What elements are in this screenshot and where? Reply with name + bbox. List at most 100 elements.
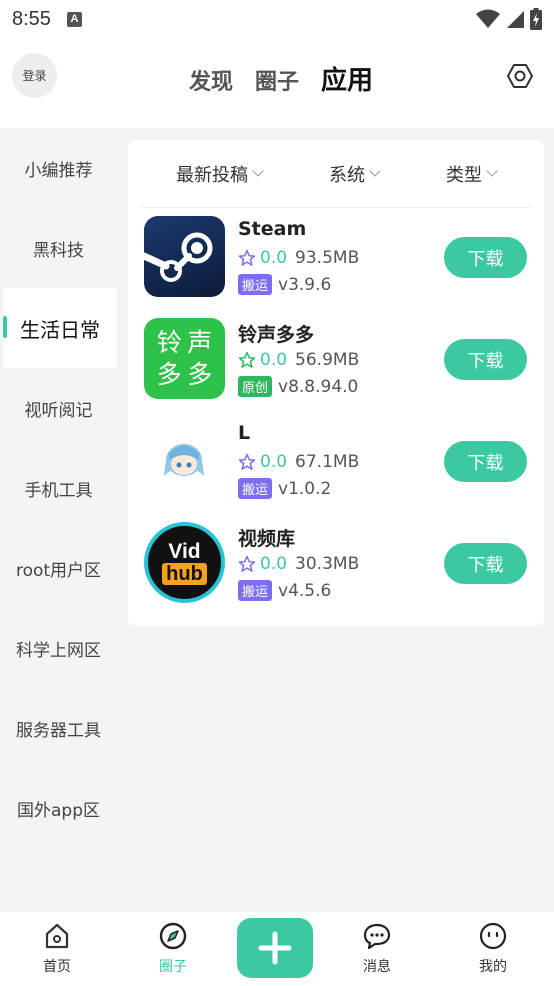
app-name: L [238,422,251,444]
sidebar-item-media-reading[interactable]: 视听阅记 [0,368,117,448]
icon-glyph: Vid [168,539,201,563]
sidebar-item-proxy[interactable]: 科学上网区 [0,608,117,688]
ringtone-icon: 铃 声 多 多 [144,318,225,399]
source-tag: 原创 [238,376,273,397]
filter-label: 类型 [446,164,482,186]
filter-system[interactable]: 系统 [329,161,381,187]
chevron-down-icon [369,165,381,177]
download-button[interactable]: 下载 [444,339,527,380]
create-post-button[interactable] [237,918,313,978]
filter-type[interactable]: 类型 [446,161,498,187]
nav-profile[interactable]: 我的 [453,912,533,986]
download-button[interactable]: 下载 [444,441,527,482]
icon-glyph: 多 [156,360,182,390]
filter-bar: 最新投稿 系统 类型 [140,140,532,208]
nav-label: 我的 [479,959,507,975]
app-item-steam[interactable]: Steam 0.0 93.5MB 搬运 v3.9.6 下载 [128,216,544,316]
star-outline-icon [238,555,256,572]
face-icon [479,922,507,950]
chevron-down-icon [252,165,264,177]
nav-home[interactable]: 首页 [17,912,97,986]
sidebar-item-server-tools[interactable]: 服务器工具 [0,688,117,768]
app-version: v4.5.6 [278,580,332,601]
app-name: 视频库 [238,528,296,550]
app-version-row: 原创 v8.8.94.0 [238,376,358,397]
app-version: v8.8.94.0 [278,376,359,397]
star-outline-icon [238,351,256,368]
app-meta: 0.0 56.9MB [238,350,359,370]
sidebar-item-black-tech[interactable]: 黑科技 [0,208,117,288]
app-item-l[interactable]: L 0.0 67.1MB 搬运 v1.0.2 下载 [128,420,544,520]
app-size: 30.3MB [295,554,360,574]
anime-girl-icon [144,420,225,501]
chat-icon [363,923,391,950]
nav-circle[interactable]: 圈子 [133,912,213,986]
steam-icon [144,216,225,297]
tab-discover[interactable]: 发现 [189,64,233,96]
nav-label: 圈子 [159,959,187,975]
icon-glyph: 铃 [156,327,182,357]
header: 登录 发现 圈子 应用 [0,38,554,128]
status-bar: 8:55 A [0,0,554,38]
app-list-card: 最新投稿 系统 类型 Steam 0.0 93.5MB 搬运 v3.9.6 下载… [128,140,544,626]
plus-icon [258,931,292,965]
vidhub-icon: Vid hub [144,522,225,603]
star-outline-icon [238,249,256,266]
app-rating: 0.0 [260,452,288,472]
star-outline-icon [238,453,256,470]
source-tag: 搬运 [238,478,273,499]
app-meta: 0.0 30.3MB [238,554,359,574]
app-version-row: 搬运 v3.9.6 [238,274,331,295]
source-tag: 搬运 [238,580,273,601]
status-indicators [476,8,542,30]
nav-label: 首页 [43,959,71,975]
app-rating: 0.0 [260,248,288,268]
app-rating: 0.0 [260,554,288,574]
signal-icon [507,11,524,28]
sidebar-item-daily-life[interactable]: 生活日常 [3,288,117,368]
chevron-down-icon [486,165,498,177]
app-size: 93.5MB [295,248,360,268]
tab-apps[interactable]: 应用 [321,60,373,97]
app-item-ringtone[interactable]: 铃 声 多 多 铃声多多 0.0 56.9MB 原创 v8.8.94.0 下载 [128,318,544,418]
filter-label: 最新投稿 [176,164,248,186]
app-size: 67.1MB [295,452,360,472]
app-meta: 0.0 93.5MB [238,248,359,268]
nav-label: 消息 [363,959,391,975]
top-tabs: 发现 圈子 应用 [0,60,554,97]
settings-hexagon-icon[interactable] [506,62,534,90]
filter-latest[interactable]: 最新投稿 [176,161,264,187]
source-tag: 搬运 [238,274,273,295]
icon-glyph: 多 [187,360,213,390]
content-area: 小编推荐 黑科技 生活日常 视听阅记 手机工具 root用户区 科学上网区 服务… [0,128,554,911]
icon-glyph: hub [162,562,207,585]
compass-icon [159,922,187,950]
wifi-icon [476,9,500,28]
filter-label: 系统 [329,164,365,186]
app-name: Steam [238,218,307,240]
app-size: 56.9MB [295,350,360,370]
sidebar-item-root-users[interactable]: root用户区 [0,528,117,608]
bottom-nav: 首页 圈子 消息 我的 [0,911,554,986]
app-version: v1.0.2 [278,478,332,499]
app-version-row: 搬运 v4.5.6 [238,580,331,601]
battery-icon [530,8,542,30]
nav-messages[interactable]: 消息 [337,912,417,986]
tab-circle[interactable]: 圈子 [255,64,299,96]
home-icon [45,923,69,949]
category-sidebar: 小编推荐 黑科技 生活日常 视听阅记 手机工具 root用户区 科学上网区 服务… [0,128,117,911]
download-button[interactable]: 下载 [444,543,527,584]
app-version-row: 搬运 v1.0.2 [238,478,331,499]
app-rating: 0.0 [260,350,288,370]
app-name: 铃声多多 [238,324,315,346]
sidebar-item-phone-tools[interactable]: 手机工具 [0,448,117,528]
app-item-vidhub[interactable]: Vid hub 视频库 0.0 30.3MB 搬运 v4.5.6 下载 [128,522,544,622]
icon-glyph: 声 [187,327,213,357]
notification-a-icon: A [66,11,82,27]
app-meta: 0.0 67.1MB [238,452,359,472]
download-button[interactable]: 下载 [444,237,527,278]
sidebar-item-editor-picks[interactable]: 小编推荐 [0,128,117,208]
sidebar-item-foreign-apps[interactable]: 国外app区 [0,768,117,848]
status-time: 8:55 [12,7,51,30]
app-version: v3.9.6 [278,274,332,295]
